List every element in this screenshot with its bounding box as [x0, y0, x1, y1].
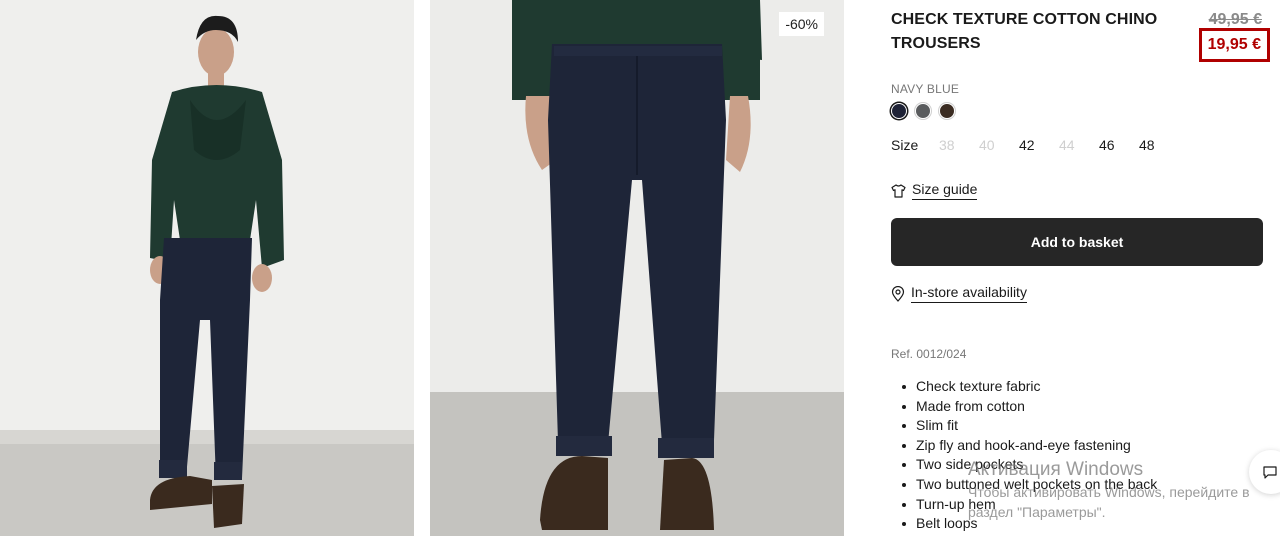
- product-photo-closeup[interactable]: -60%: [430, 0, 844, 536]
- discount-badge: -60%: [779, 12, 824, 36]
- product-info-panel: CHECK TEXTURE COTTON CHINO TROUSERS 49,9…: [891, 0, 1280, 536]
- size-guide-label: Size guide: [912, 181, 978, 200]
- size-selector: Size 38 40 42 44 46 48: [891, 137, 1179, 153]
- size-option-38[interactable]: 38: [939, 137, 979, 153]
- product-features-list: Check texture fabric Made from cotton Sl…: [902, 377, 1157, 534]
- feature-item: Slim fit: [902, 416, 1157, 436]
- in-store-availability-link[interactable]: In-store availability: [891, 284, 1027, 303]
- product-reference: Ref. 0012/024: [891, 347, 967, 361]
- color-swatches: [891, 103, 955, 119]
- feature-item: Belt loops: [902, 514, 1157, 534]
- feature-item: Zip fly and hook-and-eye fastening: [902, 436, 1157, 456]
- size-option-40[interactable]: 40: [979, 137, 1019, 153]
- selected-color-name: NAVY BLUE: [891, 82, 960, 96]
- size-option-44[interactable]: 44: [1059, 137, 1099, 153]
- chat-bubble-icon: [1263, 465, 1277, 479]
- add-to-basket-button[interactable]: Add to basket: [891, 218, 1263, 266]
- trousers-closeup-illustration: [430, 0, 844, 536]
- size-label: Size: [891, 137, 919, 153]
- feature-item: Made from cotton: [902, 397, 1157, 417]
- product-title: CHECK TEXTURE COTTON CHINO TROUSERS: [891, 11, 1158, 52]
- size-guide-link[interactable]: Size guide: [891, 181, 978, 200]
- size-option-42[interactable]: 42: [1019, 137, 1059, 153]
- size-option-46[interactable]: 46: [1099, 137, 1139, 153]
- feature-item: Two buttoned welt pockets on the back: [902, 475, 1157, 495]
- swatch-grey[interactable]: [915, 103, 931, 119]
- feature-item: Check texture fabric: [902, 377, 1157, 397]
- feature-item: Two side pockets: [902, 455, 1157, 475]
- swatch-navy-blue[interactable]: [891, 103, 907, 119]
- tshirt-icon: [891, 183, 906, 198]
- location-pin-icon: [891, 285, 905, 302]
- feature-item: Turn-up hem: [902, 495, 1157, 515]
- in-store-availability-label: In-store availability: [911, 284, 1027, 303]
- swatch-brown[interactable]: [939, 103, 955, 119]
- size-option-48[interactable]: 48: [1139, 137, 1179, 153]
- product-photo-full-body[interactable]: [0, 0, 414, 536]
- model-full-body-illustration: [0, 0, 414, 536]
- sale-price: 19,95 €: [1198, 28, 1270, 62]
